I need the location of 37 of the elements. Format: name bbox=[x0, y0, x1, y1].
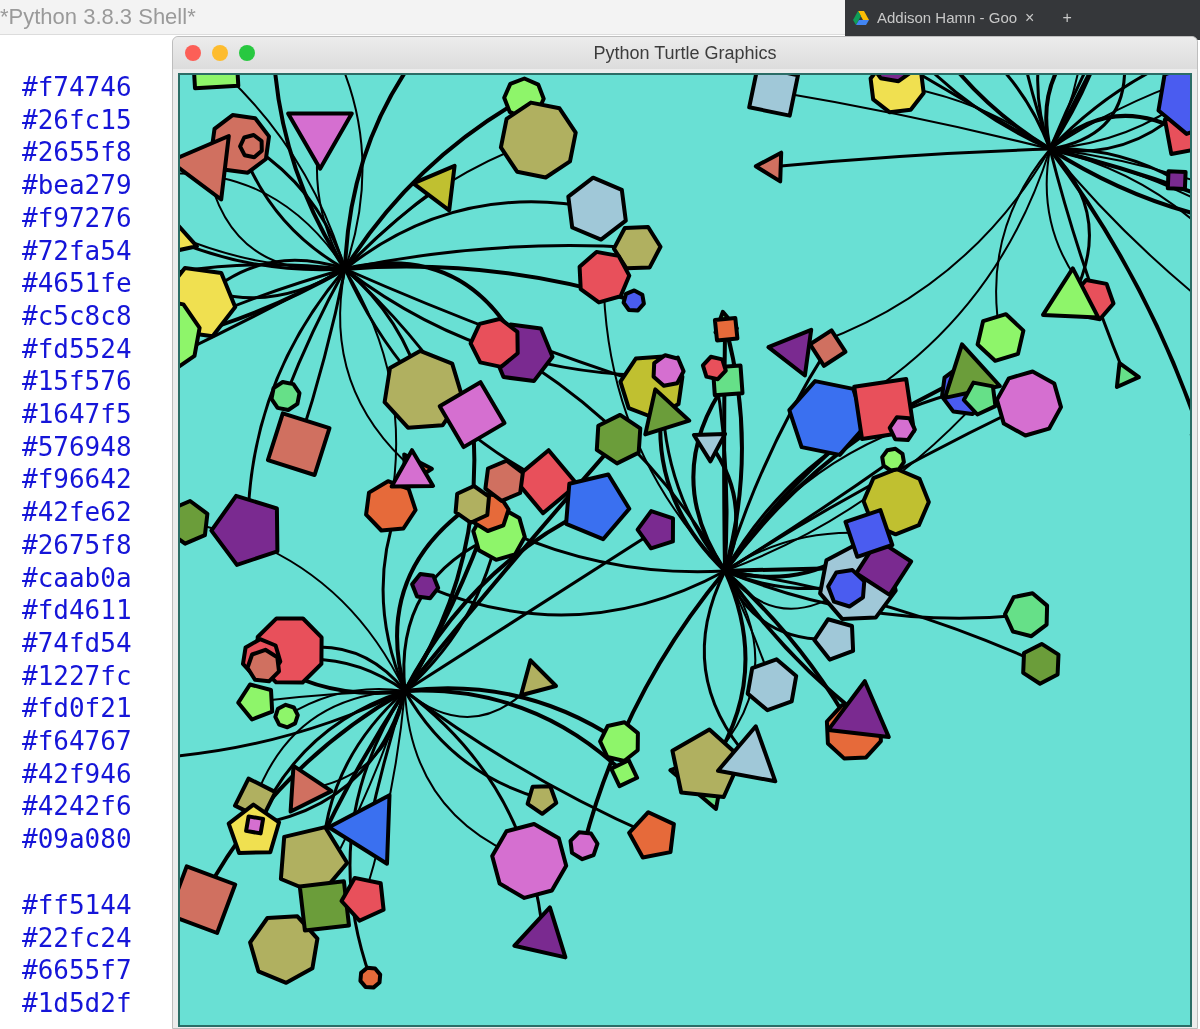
output-line: #fd5524 bbox=[22, 332, 133, 366]
output-line: #1647f5 bbox=[22, 398, 133, 431]
output-line: #2655f8 bbox=[22, 136, 133, 170]
output-line: #f96642 bbox=[22, 463, 133, 497]
output-line: #42f946 bbox=[22, 757, 133, 791]
output-line: #c5c8c8 bbox=[22, 299, 133, 333]
output-line: #22fc24 bbox=[22, 921, 133, 955]
output-line: #6655f7 bbox=[22, 954, 133, 987]
output-line: #fd0f21 bbox=[22, 692, 133, 726]
new-tab-button[interactable]: + bbox=[1062, 9, 1072, 27]
output-line: #f97276 bbox=[22, 201, 133, 235]
window-title: Python Turtle Graphics bbox=[593, 42, 777, 64]
output-line: #fd4611 bbox=[22, 594, 133, 627]
output-line: #4651fe bbox=[22, 267, 133, 300]
output-line: #2675f8 bbox=[22, 528, 133, 562]
output-line: #74fd54 bbox=[22, 626, 133, 660]
output-line: #1d5d2f bbox=[22, 987, 133, 1020]
output-line: #26fc15 bbox=[22, 103, 133, 137]
output-line: #f64767 bbox=[22, 725, 133, 758]
output-line: #42fe62 bbox=[22, 496, 133, 529]
output-line: #15f576 bbox=[22, 365, 133, 399]
triangle-logo-icon bbox=[853, 11, 869, 25]
output-line: #576948 bbox=[22, 430, 133, 464]
close-button[interactable]: × bbox=[1025, 9, 1035, 27]
minimize-icon[interactable] bbox=[212, 45, 228, 61]
maximize-icon[interactable] bbox=[239, 45, 255, 61]
close-icon[interactable] bbox=[185, 45, 201, 61]
output-line: #1227fc bbox=[22, 659, 133, 693]
output-line: #72fa54 bbox=[22, 234, 133, 268]
browser-tab[interactable]: Addison Hamn - Goo bbox=[877, 9, 1018, 26]
output-line: #bea279 bbox=[22, 169, 133, 202]
window-title: *Python 3.8.3 Shell* bbox=[0, 4, 196, 30]
output-line: #ff5144 bbox=[22, 888, 133, 922]
output-line: #09a080 bbox=[22, 823, 133, 856]
output-line: #4242f6 bbox=[22, 790, 133, 824]
output-line: #caab0a bbox=[22, 561, 133, 595]
output-line: #f74746 bbox=[22, 71, 133, 104]
